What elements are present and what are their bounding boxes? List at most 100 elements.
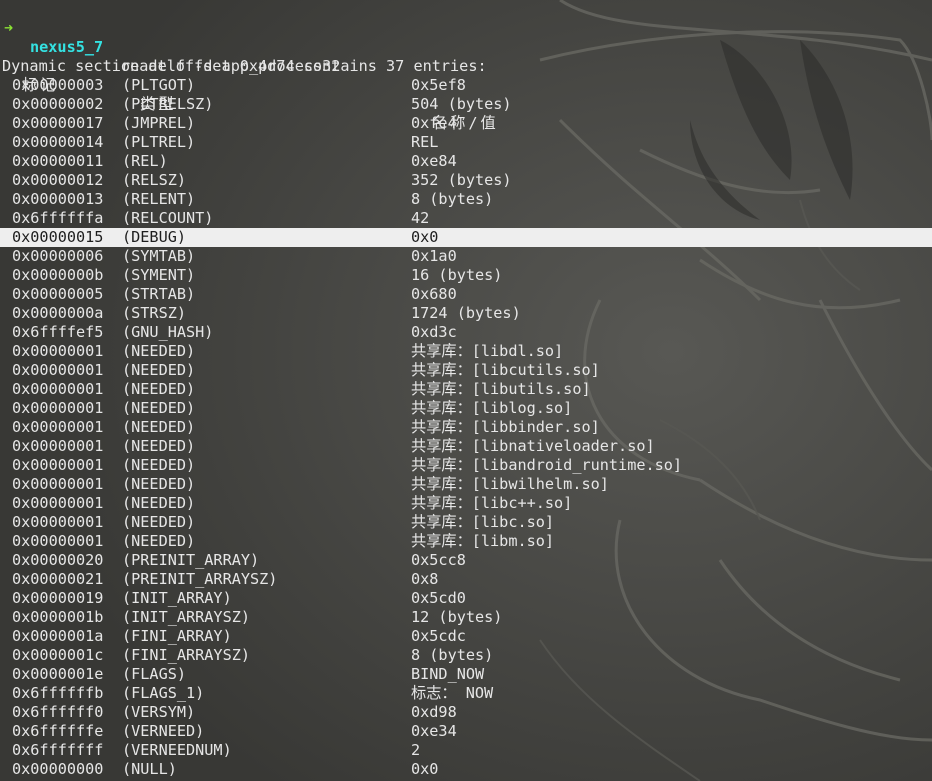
column-headers: 标记 类型 名称/值 [0,57,932,132]
row-tag: 0x6ffffff0 [12,703,104,721]
row-tag: 0x6ffffef5 [12,323,104,341]
row-tag: 0x00000019 [12,589,104,607]
table-row: 0x00000000 (NULL) 0x0 [0,760,932,779]
row-type: (FINI_ARRAYSZ) [122,646,251,664]
table-row: 0x00000001 (NEEDED) 共享库：[libdl.so] [0,342,932,361]
table-row: 0x6ffffffe (VERNEED) 0xe34 [0,722,932,741]
row-type: (PREINIT_ARRAYSZ) [122,570,278,588]
row-type: (STRTAB) [122,285,196,303]
row-tag: 0x0000000a [12,304,104,322]
table-row: 0x6ffffffb (FLAGS_1) 标志： NOW [0,684,932,703]
row-type: (PLTGOT) [122,76,196,94]
table-row: 0x00000017 (JMPREL) 0xfe4 [0,114,932,133]
row-tag: 0x00000001 [12,399,104,417]
row-tag: 0x00000001 [12,494,104,512]
row-type: (NEEDED) [122,342,196,360]
section-header: Dynamic section at offset 0x4d74 contain… [0,38,932,75]
row-type: (RELCOUNT) [122,209,214,227]
table-row: 0x00000001 (NEEDED) 共享库：[libc.so] [0,513,932,532]
row-value: 0x1a0 [411,247,457,265]
row-type: (DEBUG) [122,228,187,246]
row-value: 共享库：[libandroid_runtime.so] [411,456,683,474]
row-value: 0x680 [411,285,457,303]
table-row: 0x00000001 (NEEDED) 共享库：[libandroid_runtim… [0,456,932,475]
row-type: (INIT_ARRAYSZ) [122,608,251,626]
table-row: 0x00000002 (PLTRELSZ) 504 (bytes) [0,95,932,114]
row-value: 共享库：[liblog.so] [411,399,573,417]
row-type: (NEEDED) [122,399,196,417]
row-value: 共享库：[libwilhelm.so] [411,475,609,493]
row-type: (PLTRELSZ) [122,95,214,113]
table-row: 0x0000000a (STRSZ) 1724 (bytes) [0,304,932,323]
row-tag: 0x00000021 [12,570,104,588]
row-value: 0xe34 [411,722,457,740]
row-tag: 0x00000005 [12,285,104,303]
prompt-line: ➜ nexus5_7 readelf -d app_process32 [0,0,932,75]
row-value: 0x0 [411,760,439,778]
row-tag: 0x00000001 [12,532,104,550]
row-value: 0xd3c [411,323,457,341]
table-row: 0x00000001 (NEEDED) 共享库：[libnativeloader.s… [0,437,932,456]
row-tag: 0x00000011 [12,152,104,170]
table-row: 0x00000011 (REL) 0xe84 [0,152,932,171]
row-value: 共享库：[libdl.so] [411,342,564,360]
table-row: 0x00000006 (SYMTAB) 0x1a0 [0,247,932,266]
row-type: (SYMENT) [122,266,196,284]
row-value: 8 (bytes) [411,646,494,664]
row-tag: 0x00000001 [12,456,104,474]
row-type: (NEEDED) [122,361,196,379]
row-type: (REL) [122,152,168,170]
row-value: 0x5cc8 [411,551,466,569]
row-value: 共享库：[libbinder.so] [411,418,600,436]
row-type: (NEEDED) [122,380,196,398]
row-type: (SYMTAB) [122,247,196,265]
row-type: (VERNEED) [122,722,205,740]
row-type: (STRSZ) [122,304,187,322]
row-tag: 0x00000001 [12,380,104,398]
row-type: (VERNEEDNUM) [122,741,232,759]
table-row: 0x00000005 (STRTAB) 0x680 [0,285,932,304]
row-value: 42 [411,209,430,227]
row-tag: 0x00000001 [12,513,104,531]
row-type: (NEEDED) [122,532,196,550]
row-type: (NEEDED) [122,456,196,474]
table-row: 0x6ffffef5 (GNU_HASH) 0xd3c [0,323,932,342]
table-row: 0x00000001 (NEEDED) 共享库：[libwilhelm.so] [0,475,932,494]
row-tag: 0x00000015 [12,228,104,246]
row-value: 共享库：[libc++.so] [411,494,573,512]
row-tag: 0x00000020 [12,551,104,569]
row-value: 0x5ef8 [411,76,466,94]
table-row: 0x00000003 (PLTGOT) 0x5ef8 [0,76,932,95]
table-row: 0x0000001c (FINI_ARRAYSZ) 8 (bytes) [0,646,932,665]
row-type: (RELENT) [122,190,196,208]
row-tag: 0x00000017 [12,114,104,132]
table-row: 0x0000000b (SYMENT) 16 (bytes) [0,266,932,285]
row-value: 1724 (bytes) [411,304,521,322]
row-value: 352 (bytes) [411,171,512,189]
row-tag: 0x00000001 [12,361,104,379]
row-value: 12 (bytes) [411,608,503,626]
row-type: (JMPREL) [122,114,196,132]
row-type: (PREINIT_ARRAY) [122,551,260,569]
table-row: 0x00000013 (RELENT) 8 (bytes) [0,190,932,209]
table-row: 0x00000001 (NEEDED) 共享库：[libcutils.so] [0,361,932,380]
row-value: 0x5cdc [411,627,466,645]
row-value: 0x5cd0 [411,589,466,607]
row-value: 0xd98 [411,703,457,721]
row-value: 0x0 [411,228,439,246]
row-value: REL [411,133,439,151]
row-tag: 0x6fffffff [12,741,104,759]
row-value: 504 (bytes) [411,95,512,113]
row-type: (NEEDED) [122,418,196,436]
row-tag: 0x00000014 [12,133,104,151]
table-row: 0x00000020 (PREINIT_ARRAY) 0x5cc8 [0,551,932,570]
row-type: (PLTREL) [122,133,196,151]
row-tag: 0x00000006 [12,247,104,265]
row-type: (FLAGS) [122,665,187,683]
row-tag: 0x00000000 [12,760,104,778]
table-row: 0x0000001e (FLAGS) BIND_NOW [0,665,932,684]
row-tag: 0x6ffffffe [12,722,104,740]
row-tag: 0x0000001c [12,646,104,664]
row-tag: 0x0000001a [12,627,104,645]
row-tag: 0x00000002 [12,95,104,113]
